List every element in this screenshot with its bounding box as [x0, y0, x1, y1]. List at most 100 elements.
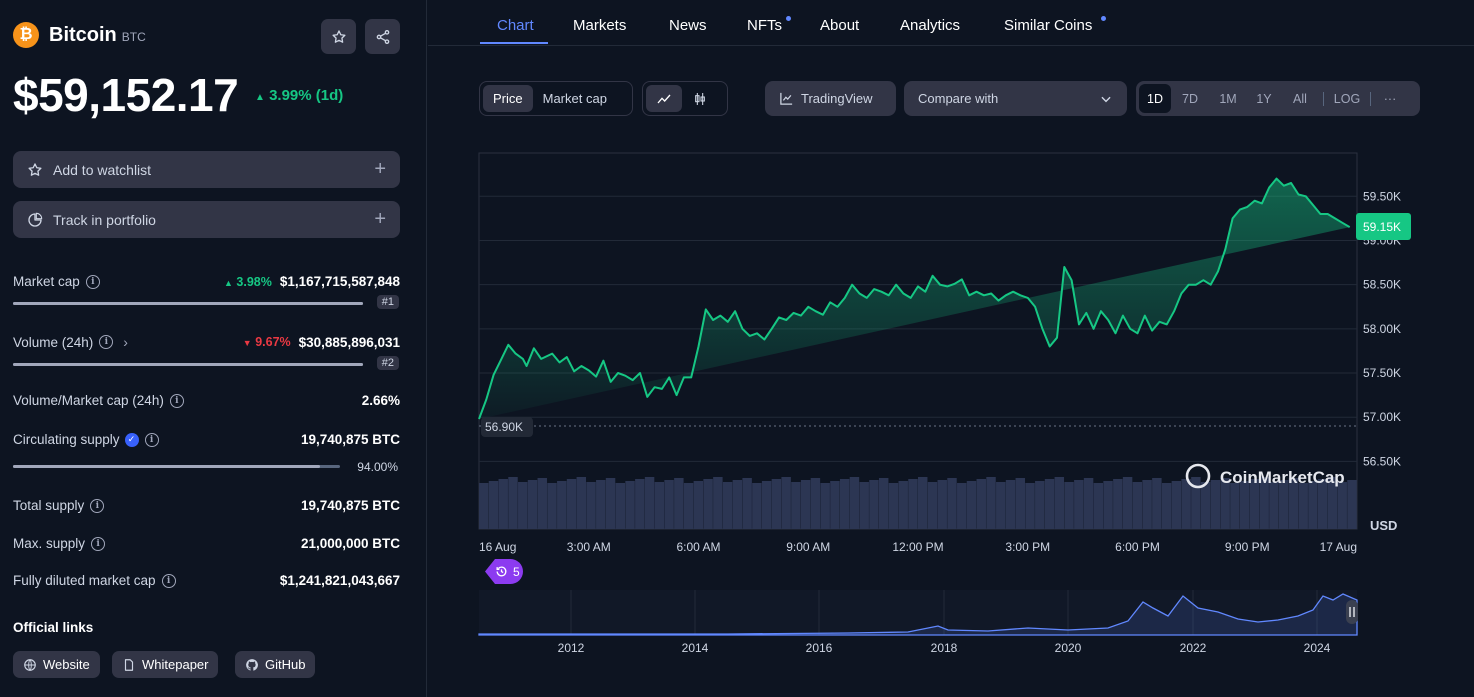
watermark-text: CoinMarketCap: [1220, 468, 1345, 487]
tab-markets[interactable]: Markets: [573, 17, 626, 34]
whitepaper-link[interactable]: Whitepaper: [112, 651, 219, 678]
events-count: 5: [513, 564, 520, 579]
line-chart-button[interactable]: [646, 85, 682, 112]
range-1y[interactable]: 1Y: [1247, 84, 1281, 113]
chevron-down-icon: [1101, 96, 1111, 102]
caret-up-icon: ▲: [224, 277, 233, 288]
volume-bar: [488, 481, 499, 529]
more-options-button[interactable]: ···: [1375, 84, 1405, 113]
volume-bar: [1200, 482, 1211, 529]
circulating-supply-row: Circulating supply ✓ i 19,740,875 BTC: [13, 432, 400, 447]
website-link[interactable]: Website: [13, 651, 100, 678]
y-tick-label: 57.50K: [1363, 366, 1401, 380]
volume-value: $30,885,896,031: [298, 334, 400, 350]
volume-bar: [869, 480, 879, 529]
x-tick-label: 17 Aug: [1320, 540, 1357, 554]
grid-lines: [479, 195, 1357, 462]
navigator-x-tick-label: 2018: [931, 641, 958, 655]
add-to-watchlist-button[interactable]: Add to watchlist +: [13, 151, 400, 188]
max-supply-label: Max. supply: [13, 536, 86, 551]
volume-bar: [937, 480, 947, 529]
volume-bar: [898, 481, 908, 529]
last-price-label: 59.15K: [1356, 213, 1411, 241]
info-icon[interactable]: i: [144, 432, 159, 447]
tab-news[interactable]: News: [669, 17, 707, 34]
volume-bar: [742, 478, 752, 529]
range-1d[interactable]: 1D: [1139, 84, 1171, 113]
range-all[interactable]: All: [1281, 84, 1319, 113]
volume-bar: [996, 482, 1006, 529]
chevron-right-icon[interactable]: ›: [123, 334, 128, 350]
compare-with-label: Compare with: [918, 91, 999, 106]
range-1m[interactable]: 1M: [1209, 84, 1247, 113]
volume-bar: [664, 480, 674, 529]
price-change-value: 3.99% (1d): [269, 87, 344, 104]
pie-chart-icon: [28, 212, 43, 227]
volume-bar: [761, 481, 772, 529]
info-icon[interactable]: i: [91, 536, 106, 551]
volume-bar: [810, 478, 821, 529]
vol-mcap-row: Volume/Market cap (24h) i 2.66%: [13, 393, 400, 408]
caret-down-icon: ▼: [242, 338, 252, 348]
x-tick-label: 9:00 PM: [1225, 540, 1270, 554]
volume-bar: [713, 477, 723, 529]
volume-bar: [800, 480, 811, 529]
tab-similar-coins[interactable]: Similar Coins: [1004, 17, 1092, 34]
volume-bar: [878, 478, 889, 529]
tab-analytics[interactable]: Analytics: [900, 17, 960, 34]
github-link[interactable]: GitHub: [235, 651, 316, 678]
range-7d[interactable]: 7D: [1171, 84, 1209, 113]
volume-bar: [557, 481, 567, 529]
events-button[interactable]: 5: [485, 559, 523, 584]
market-cap-value: $1,167,715,587,848: [279, 274, 400, 289]
info-icon[interactable]: i: [99, 335, 114, 349]
volume-bar: [625, 481, 635, 529]
info-icon[interactable]: i: [85, 274, 100, 289]
watchlist-label: Add to watchlist: [53, 161, 152, 178]
y-tick-label: 59.50K: [1363, 189, 1401, 203]
tab-chart[interactable]: Chart: [497, 17, 534, 34]
max-supply-row: Max. supply i 21,000,000 BTC: [13, 536, 400, 551]
volume-bar: [1103, 481, 1113, 529]
volume-bar: [1035, 481, 1045, 529]
candlestick-button[interactable]: [682, 85, 718, 112]
x-tick-label: 16 Aug: [479, 540, 516, 554]
share-button[interactable]: [365, 19, 400, 54]
volume-bar: [1347, 480, 1357, 529]
info-icon[interactable]: i: [161, 573, 176, 588]
log-scale-toggle[interactable]: LOG: [1328, 84, 1366, 113]
verified-icon: ✓: [124, 432, 139, 447]
tab-about[interactable]: About: [820, 17, 859, 34]
volume-bar: [781, 477, 791, 529]
info-icon[interactable]: i: [169, 393, 184, 408]
volume-bar: [839, 479, 850, 529]
compare-with-select[interactable]: Compare with: [904, 81, 1127, 116]
history-navigator[interactable]: 2012 2014 2016 2018 2020 2022 2024: [428, 586, 1428, 666]
official-links-title: Official links: [13, 620, 94, 635]
x-tick-label: 9:00 AM: [786, 540, 830, 554]
history-icon: [496, 566, 507, 577]
volume-bar: [976, 479, 986, 529]
github-icon: [246, 658, 258, 671]
bitcoin-logo-icon: ₿: [13, 22, 39, 48]
volume-bar: [693, 481, 704, 529]
info-icon[interactable]: i: [90, 498, 105, 513]
volume-bar: [566, 479, 577, 529]
star-button[interactable]: [321, 19, 356, 54]
market-cap-toggle[interactable]: Market cap: [533, 85, 617, 112]
volume-bar: [1132, 482, 1143, 529]
tab-nfts[interactable]: NFTs: [747, 17, 782, 34]
tradingview-button[interactable]: TradingView: [765, 81, 896, 116]
navigator-handle[interactable]: [1346, 600, 1358, 624]
fdmc-label: Fully diluted market cap: [13, 573, 156, 588]
coin-header: ₿ Bitcoin BTC: [13, 22, 146, 48]
price-toggle[interactable]: Price: [483, 85, 533, 112]
volume-bar: [674, 478, 684, 529]
coin-tabs: Chart Markets News NFTs About Analytics …: [428, 0, 1474, 46]
range-divider: [1323, 91, 1324, 106]
volume-bar: [986, 477, 996, 529]
track-portfolio-button[interactable]: Track in portfolio +: [13, 201, 400, 238]
volume-bar: [635, 479, 645, 529]
price-chart[interactable]: 56.90K 59.50K59.00K58.50K58.00K57.50K57.…: [428, 140, 1428, 560]
github-label: GitHub: [265, 657, 306, 672]
